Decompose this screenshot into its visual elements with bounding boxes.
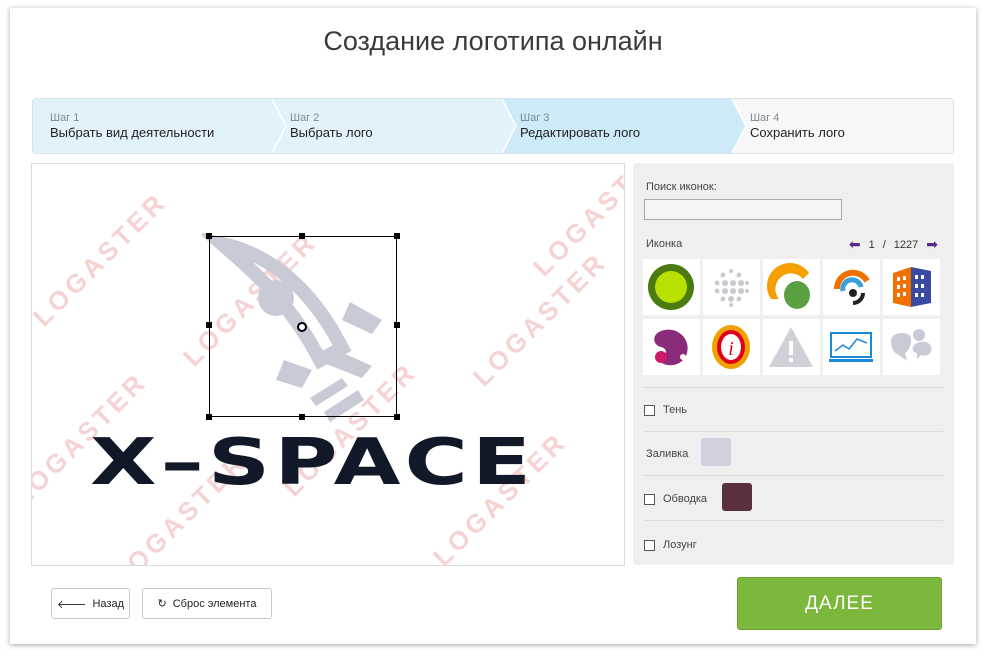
resize-handle[interactable]: [394, 322, 400, 328]
next-page-icon[interactable]: ➡: [926, 236, 938, 253]
divider: [643, 520, 943, 521]
stroke-option[interactable]: Обводка: [644, 493, 707, 505]
page-separator: /: [882, 238, 886, 251]
icon-tile[interactable]: i: [703, 319, 760, 375]
step-2[interactable]: Шаг 2 Выбрать лого: [273, 99, 517, 153]
icon-pager: ⬅ 1 / 1227 ➡: [849, 236, 938, 253]
divider: [643, 387, 943, 388]
slogan-label: Лозунг: [663, 539, 697, 551]
step-4[interactable]: Шаг 4 Сохранить лого: [733, 99, 953, 153]
leaf-arc-icon: [766, 262, 810, 309]
selection-box[interactable]: [206, 233, 400, 420]
icon-tile[interactable]: [883, 319, 940, 375]
warning-icon: [769, 327, 813, 367]
next-button[interactable]: ДАЛЕЕ: [737, 577, 942, 630]
icon-tile[interactable]: [883, 259, 940, 315]
reset-icon: ↻: [157, 598, 167, 610]
icon-search-input[interactable]: [644, 199, 842, 220]
shadow-option[interactable]: Тень: [644, 404, 687, 416]
step-4-label: Сохранить лого: [750, 125, 845, 140]
resize-handle[interactable]: [394, 414, 400, 420]
resize-handle[interactable]: [206, 233, 212, 239]
monitor-chart-icon: [829, 332, 873, 362]
step-1-label: Выбрать вид деятельности: [50, 125, 215, 140]
rotate-handle[interactable]: [297, 322, 307, 332]
icon-tile[interactable]: [703, 259, 760, 315]
icon-tile[interactable]: [643, 319, 700, 375]
fill-color-swatch[interactable]: [701, 438, 731, 466]
steps-bar: Шаг 1 Выбрать вид деятельности Шаг 2 Выб…: [32, 98, 954, 154]
resize-handle[interactable]: [299, 414, 305, 420]
prev-page-icon[interactable]: ⬅: [849, 236, 861, 253]
step-arrow-icon: [272, 99, 287, 153]
stroke-checkbox[interactable]: [644, 493, 655, 505]
rss-target-icon: [833, 269, 870, 305]
fill-label: Заливка: [646, 448, 689, 460]
arrow-left-icon: 🡐: [56, 598, 87, 611]
green-circle-icon: [648, 264, 694, 310]
divider: [643, 431, 943, 432]
search-label: Поиск иконок:: [646, 181, 717, 193]
svg-text:i: i: [728, 338, 734, 360]
icon-tile[interactable]: [823, 319, 880, 375]
icon-tile[interactable]: [823, 259, 880, 315]
back-button[interactable]: 🡐 Назад: [51, 588, 130, 619]
stroke-label: Обводка: [663, 493, 708, 505]
shadow-label: Тень: [663, 404, 688, 416]
speech-bubbles-icon: [891, 329, 932, 361]
slogan-checkbox[interactable]: [644, 539, 655, 551]
dotted-globe-icon: [714, 269, 749, 307]
building-icon: [893, 267, 931, 307]
icon-label: Иконка: [646, 238, 683, 250]
step-1-number: Шаг 1: [50, 112, 80, 124]
resize-handle[interactable]: [394, 233, 400, 239]
step-3-label: Редактировать лого: [520, 125, 641, 140]
step-2-label: Выбрать лого: [290, 125, 373, 140]
edit-panel: Поиск иконок: Иконка ⬅ 1 / 1227 ➡ i Тень…: [633, 163, 954, 565]
shadow-checkbox[interactable]: [644, 404, 655, 416]
purple-blob-icon: [654, 329, 688, 366]
icon-tile[interactable]: [643, 259, 700, 315]
slogan-option[interactable]: Лозунг: [644, 539, 697, 551]
step-arrow-icon: [502, 99, 517, 153]
logo-text[interactable]: X–SPACE: [90, 426, 535, 500]
logo-canvas[interactable]: LOGASTER LOGASTER LOGASTER LOGASTER LOGA…: [31, 163, 625, 566]
page-title: Создание логотипа онлайн: [323, 26, 663, 56]
resize-handle[interactable]: [299, 233, 305, 239]
stroke-color-swatch[interactable]: [722, 483, 752, 511]
step-1[interactable]: Шаг 1 Выбрать вид деятельности: [33, 99, 287, 153]
step-4-number: Шаг 4: [750, 112, 780, 124]
step-3-number: Шаг 3: [520, 112, 550, 124]
step-arrow-icon: [732, 99, 747, 153]
step-2-number: Шаг 2: [290, 112, 320, 124]
reset-element-button[interactable]: ↻ Сброс элемента: [142, 588, 272, 619]
divider: [643, 475, 943, 476]
watermark-text: LOGASTER: [31, 186, 173, 333]
icon-tile[interactable]: [763, 259, 820, 315]
icon-tile[interactable]: [763, 319, 820, 375]
page-current: 1: [868, 238, 875, 251]
step-3[interactable]: Шаг 3 Редактировать лого: [503, 99, 747, 153]
info-icon: i: [712, 325, 750, 369]
reset-button-label: Сброс элемента: [172, 597, 257, 610]
resize-handle[interactable]: [206, 322, 212, 328]
page-total: 1227: [893, 238, 919, 251]
resize-handle[interactable]: [206, 414, 212, 420]
back-button-label: Назад: [92, 597, 125, 610]
app-window: Создание логотипа онлайн Шаг 1 Выбрать в…: [10, 8, 976, 644]
